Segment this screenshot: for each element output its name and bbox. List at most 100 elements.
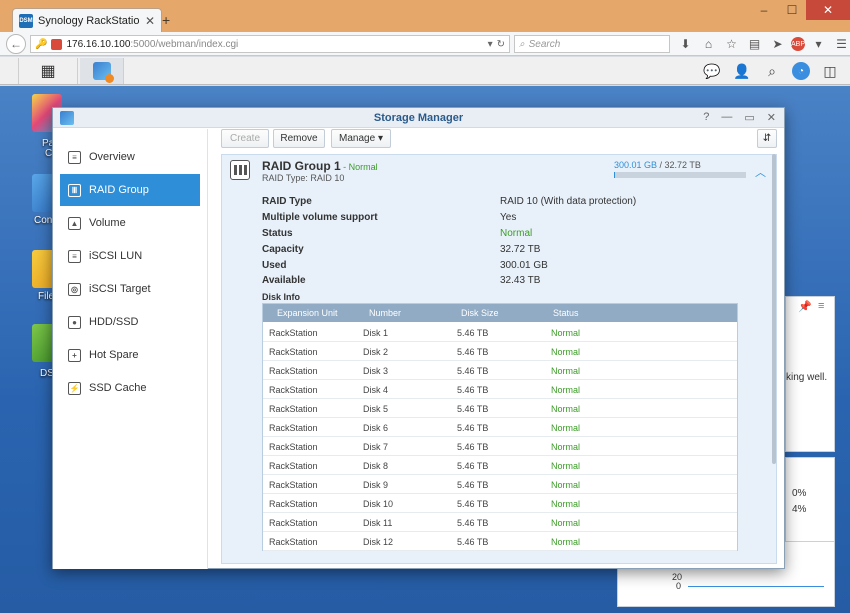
table-row[interactable]: RackStation Disk 7 5.46 TB Normal (263, 437, 737, 456)
sidebar-item-ssd-cache[interactable]: ⚡ SSD Cache (60, 372, 200, 404)
table-cell: 5.46 TB (457, 366, 489, 376)
pilot-view-icon[interactable]: ◔ (792, 62, 810, 80)
reading-list-icon[interactable]: ▤ (745, 35, 764, 53)
table-row[interactable]: RackStation Disk 2 5.46 TB Normal (263, 342, 737, 361)
download-icon[interactable]: ⬇ (676, 35, 695, 53)
sidebar-item-label: HDD/SSD (89, 316, 139, 328)
property-label: Available (262, 275, 306, 286)
url-bar[interactable]: 🔑 176.16.10.100:5000/webman/index.cgi ▾ … (30, 35, 510, 53)
sidebar-item-iscsi-lun[interactable]: ≡ iSCSI LUN (60, 240, 200, 272)
sidebar-item-iscsi-target[interactable]: ◎ iSCSI Target (60, 273, 200, 305)
raid-group-header[interactable]: RAID Group 1 - Normal RAID Type: RAID 10… (222, 155, 776, 185)
scrollbar[interactable] (772, 154, 776, 464)
minimize-icon[interactable]: — (721, 111, 732, 124)
table-cell: RackStation (269, 423, 318, 433)
column-header[interactable]: Status (553, 308, 579, 318)
window-title-bar[interactable]: Storage Manager ? — ▭ ✕ (53, 108, 784, 128)
table-cell: RackStation (269, 347, 318, 357)
widget-text: king well. (786, 372, 828, 383)
table-cell: Disk 1 (363, 328, 389, 338)
minimize-icon[interactable]: – (750, 0, 778, 20)
table-row[interactable]: RackStation Disk 3 5.46 TB Normal (263, 361, 737, 380)
security-warning-icon[interactable] (51, 38, 63, 50)
notifications-icon[interactable]: 💬 (702, 61, 722, 81)
table-row[interactable]: RackStation Disk 6 5.46 TB Normal (263, 418, 737, 437)
table-cell: Disk 6 (363, 423, 389, 433)
overview-icon: ≡ (68, 150, 81, 164)
reload-icon[interactable]: ↻ (497, 39, 505, 50)
manage-dropdown-button[interactable]: Manage ▾ (331, 129, 391, 148)
search-placeholder: Search (528, 38, 561, 50)
property-value: 300.01 GB (500, 260, 548, 271)
widget-settings-icon[interactable]: ≡ (818, 300, 824, 312)
pin-icon[interactable]: 📌 (798, 300, 812, 313)
table-row[interactable]: RackStation Disk 1 5.46 TB Normal (263, 323, 737, 342)
home-icon[interactable]: ⌂ (699, 35, 718, 53)
window-controls: – ☐ ✕ (750, 0, 850, 20)
adblock-icon[interactable]: ABP (791, 37, 805, 51)
table-row[interactable]: RackStation Disk 11 5.46 TB Normal (263, 513, 737, 532)
property-label: Capacity (262, 244, 304, 255)
addon-dropdown-icon[interactable]: ▾ (809, 35, 828, 53)
dsm-tray: 💬 👤 ⌕ ◔ ◫ (702, 61, 840, 81)
sidebar-item-hot-spare[interactable]: + Hot Spare (60, 339, 200, 371)
sidebar-item-overview[interactable]: ≡ Overview (60, 141, 200, 173)
property-value: Normal (500, 228, 533, 239)
table-row[interactable]: RackStation Disk 12 5.46 TB Normal (263, 532, 737, 551)
table-cell: Disk 10 (363, 499, 394, 509)
table-cell: 5.46 TB (457, 404, 489, 414)
sort-button[interactable]: ⇵ (757, 129, 777, 148)
site-info-icon[interactable]: 🔑 (35, 39, 47, 50)
table-row[interactable]: RackStation Disk 9 5.46 TB Normal (263, 475, 737, 494)
search-icon[interactable]: ⌕ (762, 61, 782, 81)
sidebar-item-raid-group[interactable]: Ⅲ RAID Group (60, 174, 200, 206)
table-cell: Normal (551, 499, 581, 509)
column-header[interactable]: Expansion Unit (277, 308, 338, 318)
property-value: RAID 10 (With data protection) (500, 196, 637, 207)
dropdown-arrow-icon[interactable]: ▾ (488, 39, 493, 50)
column-header[interactable]: Number (369, 308, 401, 318)
table-cell: Normal (551, 518, 581, 528)
browser-tab[interactable]: DSM Synology RackStation - Ra... ✕ (12, 8, 162, 32)
search-input[interactable]: ⌕ Search (514, 35, 670, 53)
user-icon[interactable]: 👤 (732, 61, 752, 81)
volume-icon: ▲ (68, 216, 81, 230)
remove-button[interactable]: Remove (273, 129, 325, 148)
sidebar-item-volume[interactable]: ▲ Volume (60, 207, 200, 239)
table-row[interactable]: RackStation Disk 4 5.46 TB Normal (263, 380, 737, 399)
table-row[interactable]: RackStation Disk 5 5.46 TB Normal (263, 399, 737, 418)
table-cell: 5.46 TB (457, 480, 489, 490)
share-icon[interactable]: ➤ (768, 35, 787, 53)
maximize-icon[interactable]: ☐ (778, 0, 806, 20)
bookmark-star-icon[interactable]: ☆ (722, 35, 741, 53)
close-icon[interactable]: ✕ (767, 111, 776, 124)
new-tab-icon[interactable]: + (162, 12, 170, 28)
property-label: Multiple volume support (262, 212, 378, 223)
table-cell: Disk 3 (363, 366, 389, 376)
table-cell: 5.46 TB (457, 328, 489, 338)
close-tab-icon[interactable]: ✕ (145, 14, 155, 28)
close-window-icon[interactable]: ✕ (806, 0, 850, 20)
ssd-cache-icon: ⚡ (68, 381, 81, 395)
menu-icon[interactable]: ☰ (832, 35, 850, 53)
main-menu-button[interactable]: ▦ (18, 58, 78, 84)
create-button[interactable]: Create (221, 129, 269, 148)
iscsi-lun-icon: ≡ (68, 249, 81, 263)
dsm-favicon-icon: DSM (19, 13, 33, 28)
browser-toolbar-icons: ⬇ ⌂ ☆ ▤ ➤ ABP ▾ ☰ (676, 35, 850, 53)
help-icon[interactable]: ? (703, 111, 709, 124)
raid-group-name: RAID Group 1 - Normal (262, 159, 378, 173)
toolbar: Create Remove Manage ▾ ⇵ (221, 129, 777, 150)
table-row[interactable]: RackStation Disk 8 5.46 TB Normal (263, 456, 737, 475)
table-row[interactable]: RackStation Disk 10 5.46 TB Normal (263, 494, 737, 513)
table-cell: Normal (551, 347, 581, 357)
sidebar-item-hdd-ssd[interactable]: ● HDD/SSD (60, 306, 200, 338)
table-cell: 5.46 TB (457, 518, 489, 528)
back-button[interactable]: ← (6, 34, 26, 54)
collapse-chevron-icon[interactable]: ︿ (755, 164, 766, 180)
taskbar-storage-manager[interactable] (80, 58, 124, 84)
maximize-icon[interactable]: ▭ (744, 111, 754, 124)
widgets-icon[interactable]: ◫ (820, 61, 840, 81)
column-header[interactable]: Disk Size (461, 308, 499, 318)
table-cell: Normal (551, 366, 581, 376)
